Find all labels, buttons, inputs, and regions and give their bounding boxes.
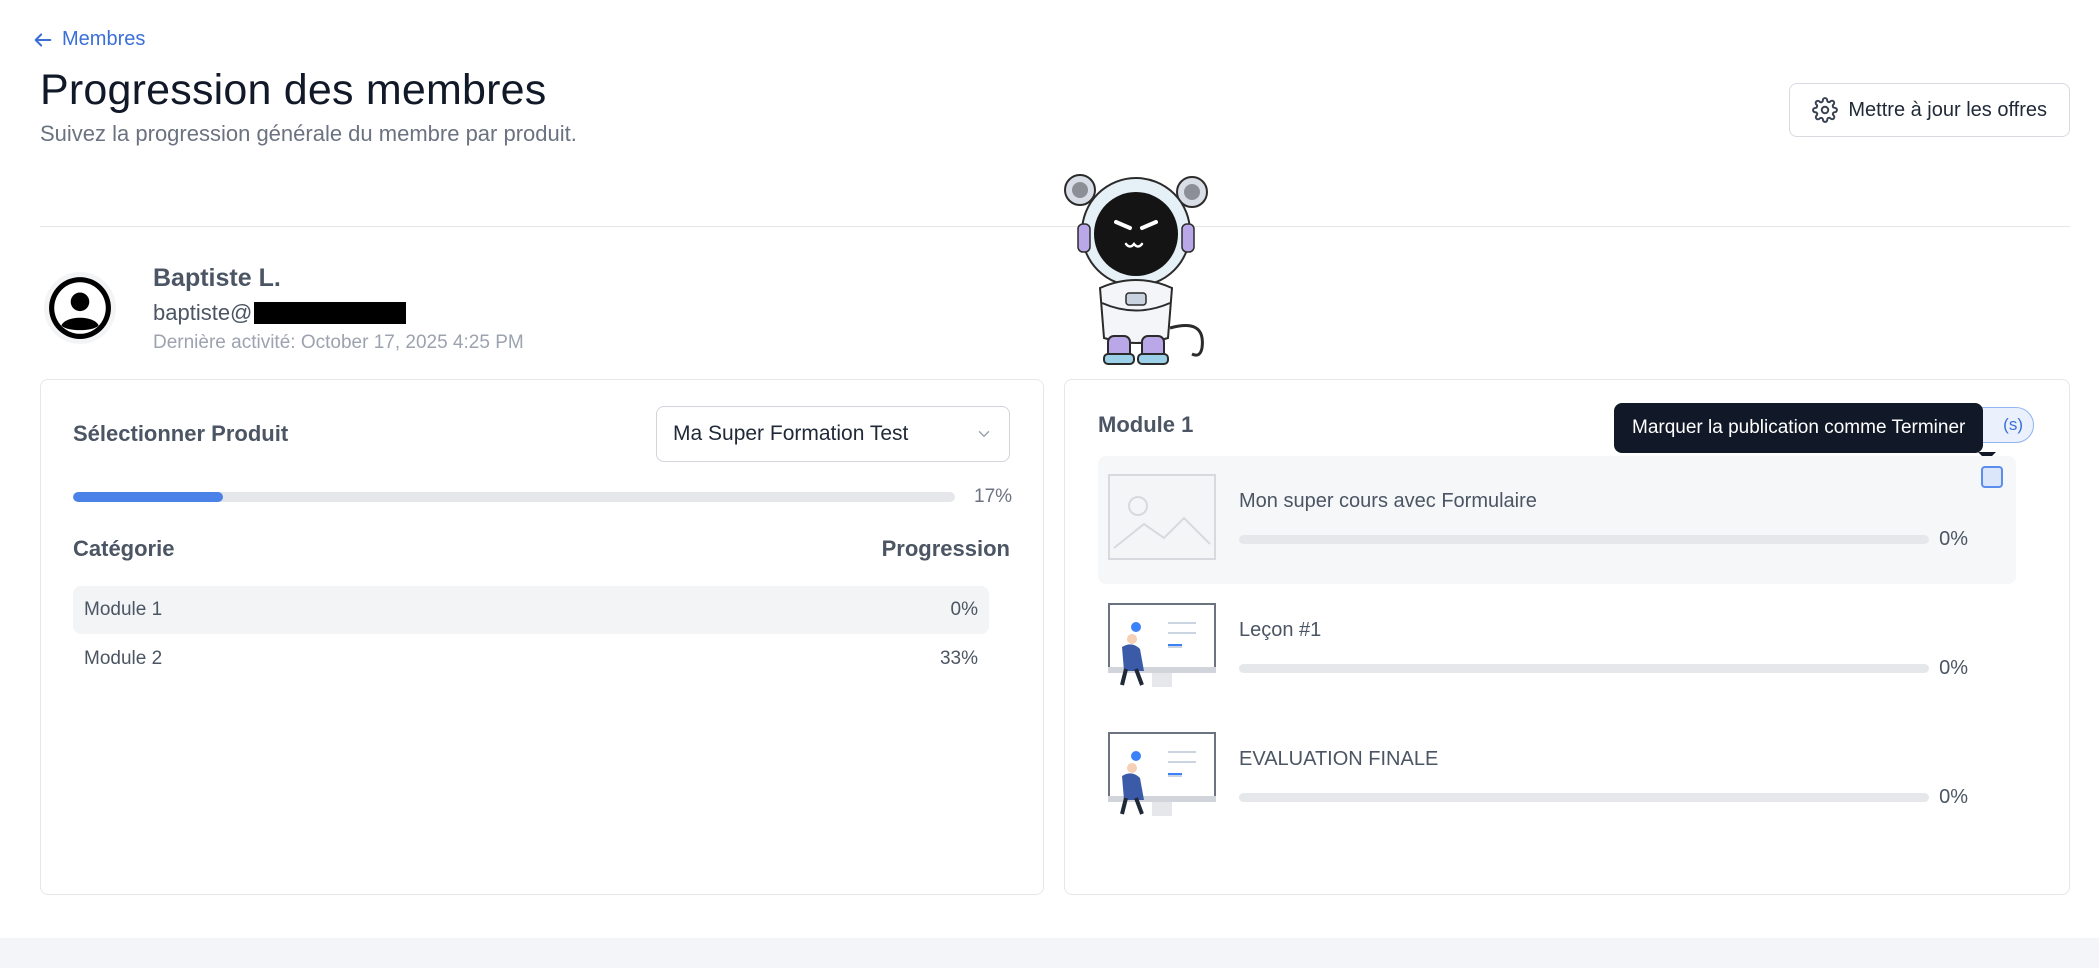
lesson-progress-bar (1239, 793, 1929, 802)
lesson-progress-bar (1239, 664, 1929, 673)
lesson-progress-bar (1239, 535, 1929, 544)
update-offers-label: Mettre à jour les offres (1848, 98, 2047, 121)
back-link-members[interactable]: Membres (32, 28, 145, 51)
redaction-bar (254, 302, 407, 324)
astronaut-mascot-illustration (1064, 174, 1208, 365)
select-product-label: Sélectionner Produit (73, 421, 289, 446)
page-subtitle: Suivez la progression générale du membre… (40, 121, 577, 146)
lesson-progress-percent: 0% (1939, 657, 1968, 679)
page-footer (0, 938, 2099, 968)
member-email: baptiste@ (153, 300, 407, 326)
member-last-activity: Dernière activité: October 17, 2025 4:25… (153, 332, 524, 353)
gear-icon (1812, 97, 1839, 123)
mark-complete-checkbox[interactable] (1981, 466, 2003, 488)
progress-column-header: Progression (881, 536, 1010, 561)
presentation-illustration-icon (1108, 732, 1216, 816)
category-progress: 33% (939, 648, 978, 669)
lesson-item[interactable]: Mon super cours avec Formulaire 0% (1098, 456, 2016, 584)
member-name: Baptiste L. (153, 264, 281, 292)
avatar (44, 272, 116, 344)
user-circle-icon (49, 277, 111, 339)
arrow-left-icon (34, 32, 52, 47)
product-select-value: Ma Super Formation Test (673, 422, 909, 445)
module-title: Module 1 (1098, 412, 1194, 437)
lesson-item[interactable]: EVALUATION FINALE 0% (1098, 714, 2016, 842)
overall-progress-bar (73, 492, 955, 502)
product-select[interactable]: Ma Super Formation Test (656, 406, 1010, 462)
lesson-progress-percent: 0% (1939, 528, 1968, 550)
overall-progress-fill (73, 492, 223, 502)
lesson-item[interactable]: Leçon #1 0% (1098, 585, 2016, 713)
category-row-module-2[interactable]: Module 2 33% (73, 635, 989, 683)
image-placeholder-icon (1108, 474, 1216, 560)
chevron-down-icon (978, 431, 990, 438)
update-offers-button[interactable]: Mettre à jour les offres (1789, 83, 2070, 137)
lesson-title: Mon super cours avec Formulaire (1239, 490, 1537, 512)
lesson-title: EVALUATION FINALE (1239, 748, 1439, 770)
page-title: Progression des membres (40, 66, 547, 114)
category-name: Module 2 (84, 648, 163, 669)
presentation-illustration-icon (1108, 603, 1216, 687)
category-progress: 0% (950, 599, 978, 620)
header-divider (40, 226, 2070, 227)
category-column-header: Catégorie (73, 536, 175, 561)
member-email-text: baptiste@ (153, 300, 253, 325)
category-row-module-1[interactable]: Module 1 0% (73, 586, 989, 634)
mark-complete-tooltip: Marquer la publication comme Terminer (1614, 403, 1984, 453)
lesson-progress-percent: 0% (1939, 786, 1968, 808)
back-link-label: Membres (62, 28, 146, 50)
lesson-title: Leçon #1 (1239, 619, 1322, 641)
overall-progress-percent: 17% (974, 486, 1013, 507)
category-name: Module 1 (84, 599, 163, 620)
